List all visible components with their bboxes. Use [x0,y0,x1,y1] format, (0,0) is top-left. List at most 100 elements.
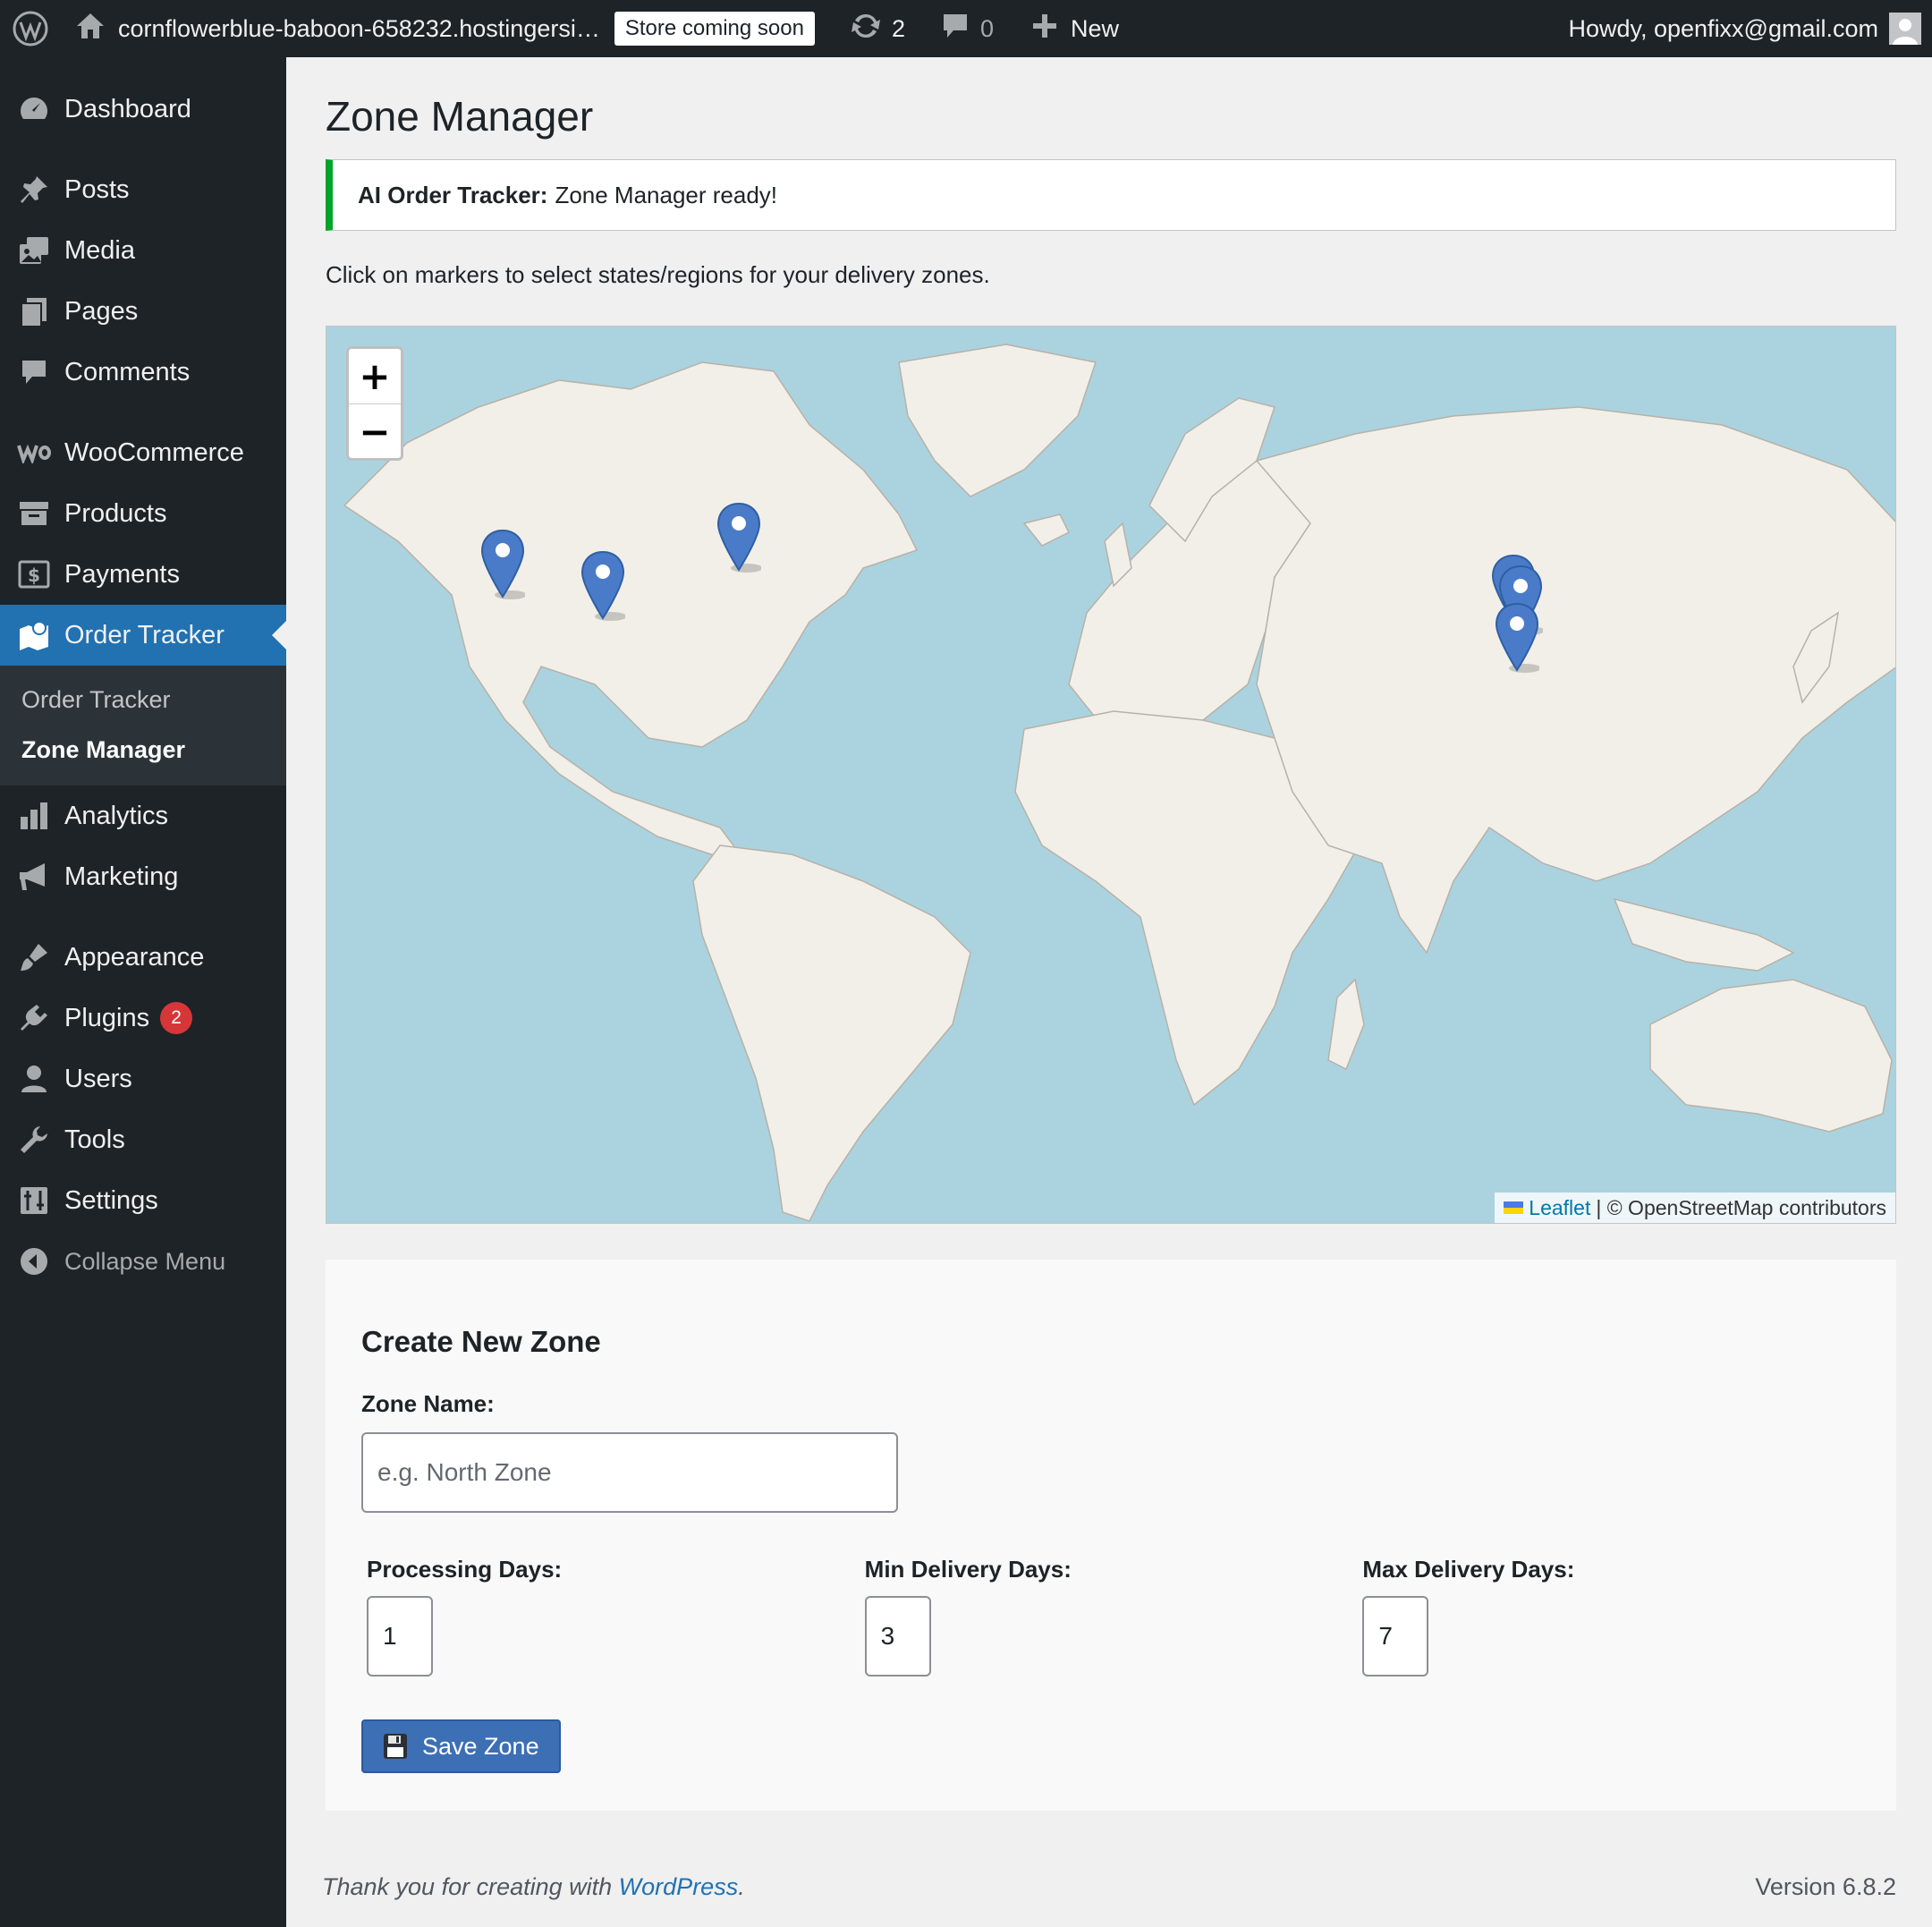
media-icon [16,233,52,268]
footer-thanks-prefix: Thank you for creating with [322,1873,619,1900]
pages-icon [16,293,52,329]
menu-comments[interactable]: Comments [0,342,286,403]
user-icon [16,1061,52,1097]
delivery-days-row: Processing Days: Min Delivery Days: Max … [361,1556,1860,1677]
menu-tools[interactable]: Tools [0,1109,286,1170]
osm-attribution: | © OpenStreetMap contributors [1596,1195,1886,1219]
store-status-badge[interactable]: Store coming soon [614,12,815,46]
ukraine-flag-icon [1504,1201,1524,1214]
menu-media[interactable]: Media [0,220,286,281]
max-delivery-days-input[interactable] [1362,1596,1429,1677]
notice-message: Zone Manager ready! [555,181,778,208]
map-marker-maharashtra[interactable] [1495,602,1541,674]
menu-comments-label: Comments [64,357,191,386]
new-label: New [1071,14,1120,42]
map-attribution: Leaflet | © OpenStreetMap contributors [1495,1193,1895,1223]
collapse-menu-label: Collapse Menu [64,1247,226,1275]
plus-icon [1031,13,1058,46]
svg-text:$: $ [28,565,40,586]
footer-thanks-suffix: . [738,1873,745,1900]
notice-plugin-name: AI Order Tracker: [358,181,548,208]
max-delivery-days-label: Max Delivery Days: [1362,1556,1575,1583]
woocommerce-icon [16,435,52,471]
zone-name-label: Zone Name: [361,1390,495,1417]
map-marker-california[interactable] [480,529,527,600]
min-delivery-days-input[interactable] [864,1596,931,1677]
admin-bar: cornflowerblue-baboon-658232.hostingersi… [0,0,1932,57]
menu-analytics[interactable]: Analytics [0,785,286,846]
comment-bubble-icon [16,354,52,390]
dashboard-gauge-icon [16,91,52,127]
submenu-order-tracker[interactable]: Order Tracker [0,675,286,725]
wrench-icon [16,1122,52,1158]
zone-map[interactable]: + − Leaflet | © OpenStreetMap contributo… [326,326,1896,1224]
comments-count: 0 [979,14,995,42]
map-marker-texas[interactable] [580,550,627,622]
menu-marketing-label: Marketing [64,862,179,891]
admin-sidebar: Dashboard Posts Media Pages Comments Woo… [0,57,286,1927]
archive-box-icon [16,496,52,531]
form-heading: Create New Zone [361,1325,601,1358]
zone-name-input[interactable] [361,1432,898,1513]
updates-link[interactable]: 2 [827,0,918,57]
paintbrush-icon [16,939,52,975]
submenu-zone-manager[interactable]: Zone Manager [0,725,286,775]
main-content: Zone Manager AI Order Tracker: Zone Mana… [326,57,1896,1811]
menu-pages[interactable]: Pages [0,281,286,342]
menu-products[interactable]: Products [0,483,286,544]
plug-icon [16,1000,52,1036]
menu-media-label: Media [64,235,135,265]
order-tracker-submenu: Order Tracker Zone Manager [0,666,286,785]
menu-woocommerce[interactable]: WooCommerce [0,422,286,483]
menu-settings-label: Settings [64,1185,158,1215]
avatar [1889,13,1921,45]
howdy-text: Howdy, openfixx@gmail.com [1568,14,1878,42]
save-zone-label: Save Zone [422,1732,539,1760]
menu-appearance[interactable]: Appearance [0,927,286,988]
footer-thanks: Thank you for creating with WordPress. [322,1873,745,1901]
home-icon [75,12,106,47]
payments-dollar-icon: $ [16,556,52,592]
page-title: Zone Manager [326,93,594,140]
processing-days-input[interactable] [367,1596,433,1677]
menu-plugins[interactable]: Plugins 2 [0,988,286,1048]
menu-posts[interactable]: Posts [0,159,286,220]
map-marker-new-york[interactable] [716,502,763,573]
save-zone-button[interactable]: Save Zone [361,1719,561,1773]
map-instructions: Click on markers to select states/region… [326,261,990,288]
comments-link[interactable]: 0 [918,0,1006,57]
menu-users-label: Users [64,1064,132,1093]
create-zone-form: Create New Zone Zone Name: Processing Da… [326,1260,1896,1811]
zoom-control: + − [346,346,403,461]
menu-order-tracker[interactable]: Order Tracker [0,605,286,666]
leaflet-link[interactable]: Leaflet [1529,1196,1590,1220]
zoom-in-button[interactable]: + [349,349,401,403]
map-route-icon [16,617,52,653]
min-delivery-days-group: Min Delivery Days: [864,1556,1363,1677]
collapse-menu-button[interactable]: Collapse Menu [0,1231,286,1292]
menu-analytics-label: Analytics [64,801,169,830]
zoom-out-button[interactable]: − [349,403,401,458]
plugins-update-badge: 2 [160,1002,193,1034]
menu-marketing[interactable]: Marketing [0,846,286,907]
wordpress-link[interactable]: WordPress [619,1873,739,1900]
site-name-link[interactable]: cornflowerblue-baboon-658232.hostingersi… [61,0,827,57]
menu-users[interactable]: Users [0,1048,286,1109]
menu-pages-label: Pages [64,296,139,326]
new-content-link[interactable]: New [1006,0,1131,57]
menu-posts-label: Posts [64,174,130,204]
menu-products-label: Products [64,498,167,528]
menu-appearance-label: Appearance [64,942,205,972]
processing-days-label: Processing Days: [367,1556,563,1583]
menu-payments[interactable]: $ Payments [0,544,286,605]
menu-settings[interactable]: Settings [0,1170,286,1231]
menu-order-tracker-label: Order Tracker [64,620,225,649]
my-account-link[interactable]: Howdy, openfixx@gmail.com [1555,0,1932,57]
menu-dashboard[interactable]: Dashboard [0,79,286,140]
menu-woocommerce-label: WooCommerce [64,437,244,467]
wordpress-logo-icon[interactable] [0,0,61,57]
floppy-disk-icon [383,1733,408,1760]
wp-version: Version 6.8.2 [1755,1873,1896,1900]
bar-chart-icon [16,798,52,834]
pushpin-icon [16,172,52,208]
